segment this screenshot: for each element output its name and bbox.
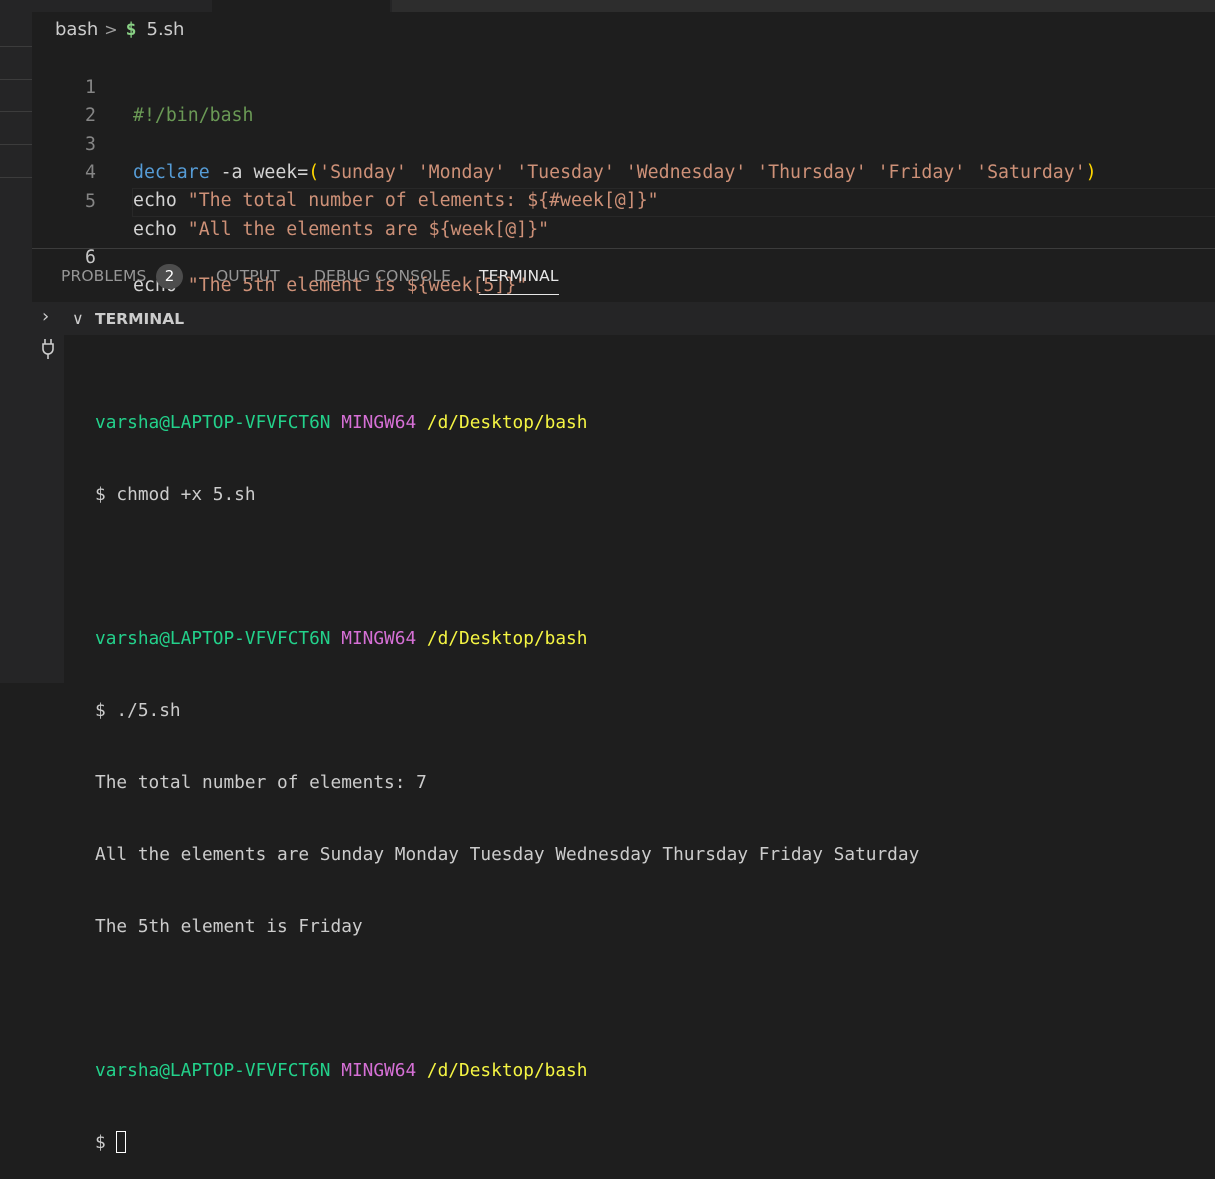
tab-problems[interactable]: PROBLEMS <box>61 267 146 285</box>
prompt-symbol: $ <box>95 1132 117 1153</box>
code-line-current: 6 echo "The 5th element is ${week[5]}" <box>32 188 1215 296</box>
code-line: 2 <box>32 74 1215 126</box>
breadcrumb: bash > $ 5.sh <box>55 18 184 40</box>
activity-divider <box>0 144 32 145</box>
terminal-blank <box>95 555 919 579</box>
code-line: 1 #!/bin/bash <box>32 46 1215 126</box>
activity-bar <box>0 0 32 683</box>
prompt-user: varsha@LAPTOP-VFVFCT6N <box>95 628 331 649</box>
code-line: 4 echo "The total number of elements: ${… <box>32 131 1215 211</box>
prompt-path: /d/Desktop/bash <box>426 1060 588 1081</box>
activity-divider <box>0 46 32 47</box>
panel-tab-bar: PROBLEMS 2 OUTPUT DEBUG CONSOLE TERMINAL <box>32 249 1215 302</box>
activity-divider <box>0 79 32 80</box>
activity-divider <box>0 177 32 178</box>
tab-output[interactable]: OUTPUT <box>216 267 280 285</box>
tab-debug-console[interactable]: DEBUG CONSOLE <box>314 267 451 285</box>
breadcrumb-file[interactable]: 5.sh <box>147 19 185 40</box>
editor-tab-active[interactable] <box>212 0 390 12</box>
prompt-env: MINGW64 <box>341 412 417 433</box>
terminal-prompt: varsha@LAPTOP-VFVFCT6N MINGW64 /d/Deskto… <box>95 411 919 435</box>
active-tab-underline <box>479 294 559 295</box>
terminal-input-line[interactable]: $ <box>95 1131 919 1155</box>
prompt-env: MINGW64 <box>341 628 417 649</box>
terminal-blank <box>95 987 919 1011</box>
terminal-output-line: The total number of elements: 7 <box>95 772 427 793</box>
plug-icon[interactable] <box>41 338 55 360</box>
command: echo <box>133 219 177 240</box>
tab-terminal[interactable]: TERMINAL <box>479 267 559 295</box>
prompt-path: /d/Desktop/bash <box>426 628 588 649</box>
terminal-command: $ ./5.sh <box>95 700 181 721</box>
code-editor[interactable]: 1 #!/bin/bash 2 3 declare -a week=('Sund… <box>32 44 1215 296</box>
chevron-right-icon[interactable]: › <box>42 306 49 327</box>
chevron-right-icon: > <box>104 19 118 39</box>
code-line: 3 declare -a week=('Sunday' 'Monday' 'Tu… <box>32 103 1215 183</box>
shell-file-icon: $ <box>125 18 137 40</box>
current-line-highlight <box>132 188 1215 217</box>
prompt-path: /d/Desktop/bash <box>426 412 588 433</box>
terminal-output-line: The 5th element is Friday <box>95 916 363 937</box>
editor-tab-strip <box>32 0 1215 12</box>
terminal-prompt: varsha@LAPTOP-VFVFCT6N MINGW64 /d/Deskto… <box>95 627 919 651</box>
terminal-prompt: varsha@LAPTOP-VFVFCT6N MINGW64 /d/Deskto… <box>95 1059 919 1083</box>
prompt-user: varsha@LAPTOP-VFVFCT6N <box>95 1060 331 1081</box>
editor-tab-area <box>392 0 1215 12</box>
breadcrumb-folder[interactable]: bash <box>55 19 98 40</box>
terminal-side-strip: › <box>32 302 64 683</box>
terminal-cursor <box>116 1131 127 1153</box>
terminal-command: $ chmod +x 5.sh <box>95 484 256 505</box>
string: "All the elements are ${week[@]}" <box>176 219 550 240</box>
code-line: 5 echo "All the elements are ${week[@]}" <box>32 160 1215 240</box>
terminal-section-title: TERMINAL <box>95 310 185 328</box>
problems-count-badge: 2 <box>156 264 183 289</box>
terminal-output[interactable]: varsha@LAPTOP-VFVFCT6N MINGW64 /d/Deskto… <box>95 363 919 1179</box>
terminal-section-header[interactable]: ∨ TERMINAL <box>64 302 1215 335</box>
prompt-env: MINGW64 <box>341 1060 417 1081</box>
activity-divider <box>0 111 32 112</box>
chevron-down-icon[interactable]: ∨ <box>72 309 84 328</box>
tab-terminal-label: TERMINAL <box>479 267 559 285</box>
terminal-output-line: All the elements are Sunday Monday Tuesd… <box>95 844 920 865</box>
prompt-user: varsha@LAPTOP-VFVFCT6N <box>95 412 331 433</box>
